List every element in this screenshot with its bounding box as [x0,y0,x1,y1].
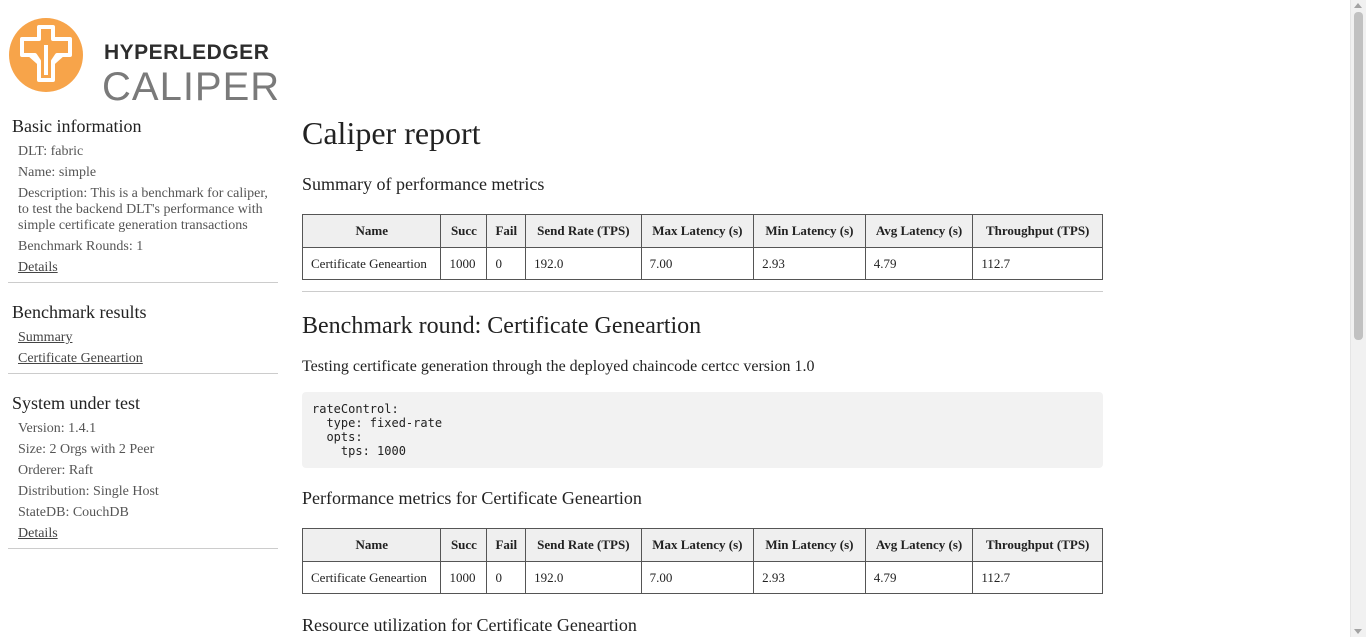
table-cell: 7.00 [640,247,755,280]
benchmark-rounds-info: Benchmark Rounds: 1 [18,239,144,254]
certificate-geneartion-link[interactable]: Certificate Geneartion [8,351,278,367]
basic-information-list: DLT: fabric Name: simple Description: Th… [8,144,278,276]
table-cell: Certificate Geneartion [301,561,442,594]
table-header-row: Name Succ Fail Send Rate (TPS) Max Laten… [301,214,1103,248]
scroll-down-arrow-icon[interactable] [1354,629,1362,634]
column-header: Succ [440,214,488,248]
summary-link[interactable]: Summary [8,330,278,346]
table-cell: Certificate Geneartion [301,247,442,280]
table-cell: 192.0 [525,561,642,594]
scroll-up-arrow-icon[interactable] [1354,3,1362,8]
rate-control-config: rateControl: type: fixed-rate opts: tps:… [302,392,1103,468]
table-row: Certificate Geneartion 1000 0 192.0 7.00… [301,247,1103,280]
basic-details-link[interactable]: Details [8,260,278,276]
hyperledger-caliper-logo: HYPERLEDGER CALIPER [8,17,279,109]
section-divider [302,291,1103,292]
system-under-test-section: System under test Version: 1.4.1 Size: 2… [8,390,278,549]
column-header: Fail [486,528,527,562]
table-cell: 112.7 [972,247,1103,280]
version-info: Version: 1.4.1 [18,421,97,436]
performance-metrics-heading: Performance metrics for Certificate Gene… [302,488,642,508]
statedb-info: StateDB: CouchDB [18,505,129,520]
table-row: Certificate Geneartion 1000 0 192.0 7.00… [301,561,1103,594]
column-header: Min Latency (s) [753,528,866,562]
table-header-row: Name Succ Fail Send Rate (TPS) Max Laten… [301,528,1103,562]
table-cell: 192.0 [525,247,642,280]
performance-metrics-table: Name Succ Fail Send Rate (TPS) Max Laten… [301,528,1103,594]
column-header: Send Rate (TPS) [525,214,642,248]
table-cell: 112.7 [972,561,1103,594]
table-cell: 4.79 [864,561,974,594]
table-cell: 4.79 [864,247,974,280]
column-header: Fail [486,214,527,248]
table-cell: 1000 [440,561,488,594]
table-cell: 2.93 [753,561,866,594]
column-header: Throughput (TPS) [972,214,1103,248]
round-description: Testing certificate generation through t… [302,358,815,375]
column-header: Send Rate (TPS) [525,528,642,562]
sut-details-link[interactable]: Details [8,526,278,542]
column-header: Min Latency (s) [753,214,866,248]
orderer-info: Orderer: Raft [18,463,94,478]
page-title: Caliper report [302,115,481,151]
summary-metrics-table: Name Succ Fail Send Rate (TPS) Max Laten… [301,214,1103,280]
system-under-test-heading: System under test [12,393,140,413]
table-cell: 0 [486,247,527,280]
column-header: Throughput (TPS) [972,528,1103,562]
table-cell: 0 [486,561,527,594]
name-info: Name: simple [18,165,97,180]
column-header: Avg Latency (s) [864,214,974,248]
column-header: Max Latency (s) [640,214,755,248]
scrollbar-thumb[interactable] [1354,12,1363,340]
basic-information-heading: Basic information [12,116,142,136]
system-under-test-list: Version: 1.4.1 Size: 2 Orgs with 2 Peer … [8,421,278,542]
distribution-info: Distribution: Single Host [18,484,159,499]
caliper-logo-icon [9,18,83,92]
benchmark-results-heading: Benchmark results [12,302,147,322]
column-header: Name [301,528,442,562]
size-info: Size: 2 Orgs with 2 Peer [18,442,155,457]
dlt-info: DLT: fabric [18,144,84,159]
column-header: Succ [440,528,488,562]
table-cell: 7.00 [640,561,755,594]
summary-heading: Summary of performance metrics [302,174,545,194]
sidebar: HYPERLEDGER CALIPER Basic information DL… [0,0,286,637]
column-header: Avg Latency (s) [864,528,974,562]
benchmark-results-list: Summary Certificate Geneartion [8,330,278,367]
basic-information-section: Basic information DLT: fabric Name: simp… [8,113,278,283]
benchmark-round-heading: Benchmark round: Certificate Geneartion [302,313,702,339]
vertical-scrollbar[interactable] [1350,0,1366,637]
table-cell: 1000 [440,247,488,280]
column-header: Max Latency (s) [640,528,755,562]
logo-text-hyperledger: HYPERLEDGER [104,41,270,64]
description-info: Description: This is a benchmark for cal… [18,186,268,233]
logo-text-caliper: CALIPER [102,65,281,109]
table-cell: 2.93 [753,247,866,280]
benchmark-results-section: Benchmark results Summary Certificate Ge… [8,299,278,374]
resource-utilization-heading: Resource utilization for Certificate Gen… [302,615,637,635]
column-header: Name [301,214,442,248]
